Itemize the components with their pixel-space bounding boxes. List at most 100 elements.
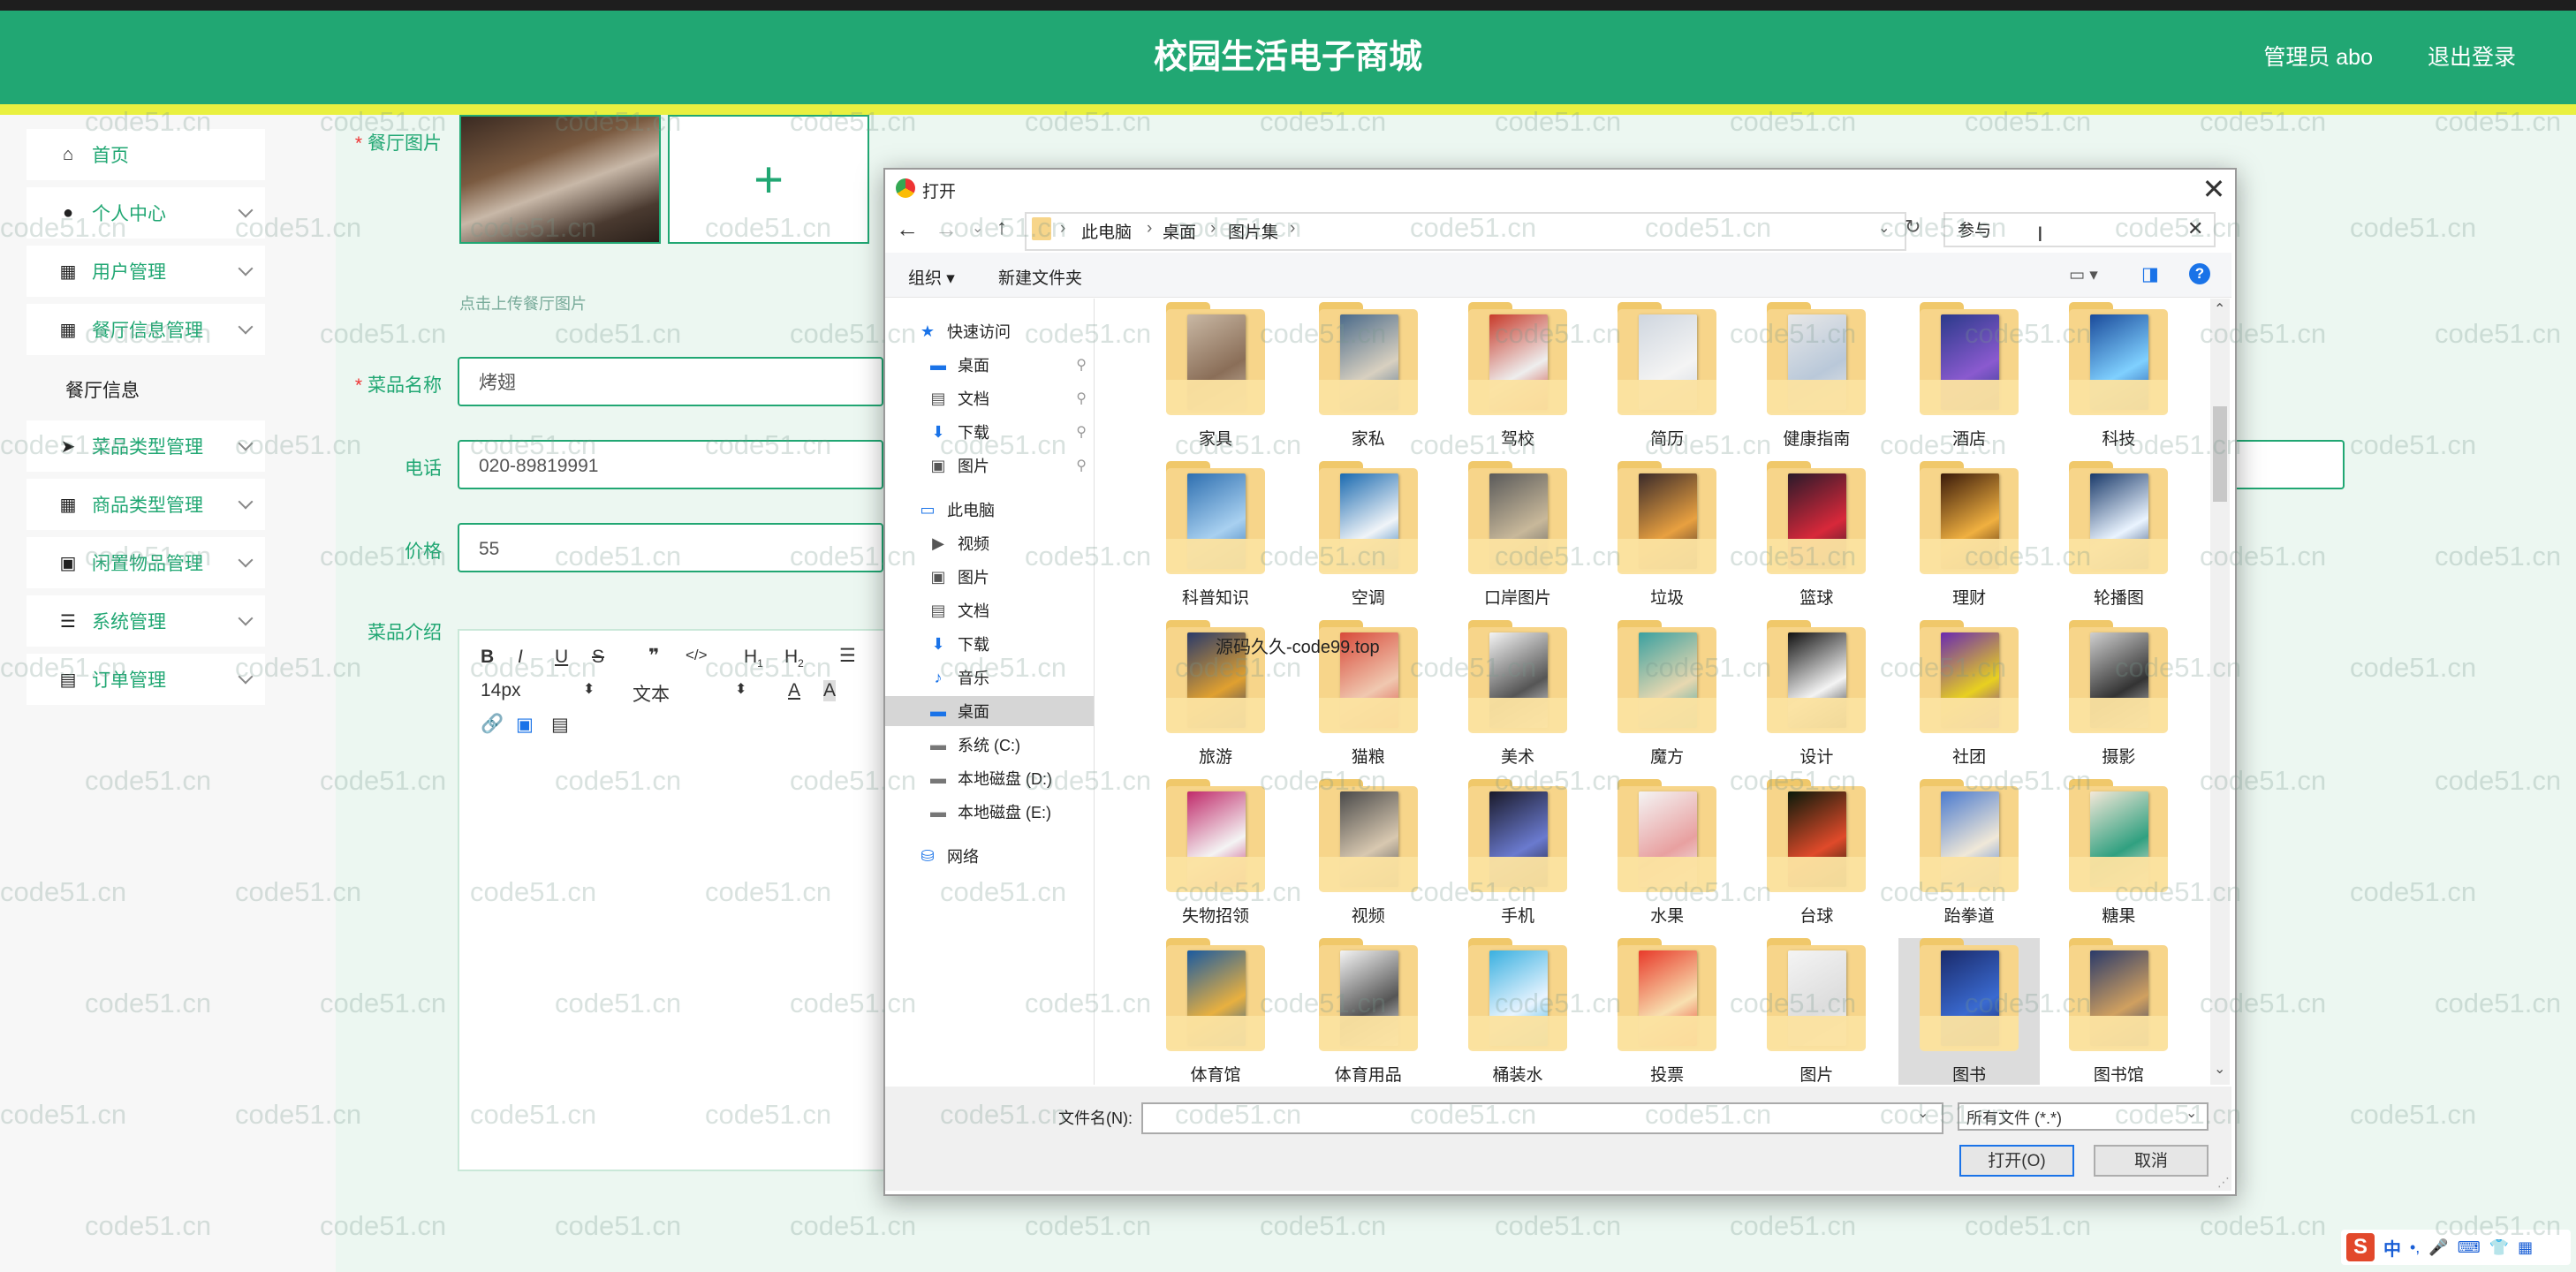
search-input[interactable]: 参与 xyxy=(1943,212,2216,247)
nav-item-11[interactable]: ▬ 桌面 xyxy=(885,696,1094,726)
folder-item[interactable]: 图片 xyxy=(1746,938,1887,1085)
folder-item[interactable]: 科普知识 xyxy=(1145,461,1286,616)
ime-keyboard-icon[interactable]: ⌨ xyxy=(2458,1238,2481,1257)
nav-item-4[interactable]: ▣ 图片 ⚲ xyxy=(885,450,1094,481)
ime-menu-icon[interactable]: ▦ xyxy=(2518,1238,2533,1257)
nav-item-0[interactable]: ★ 快速访问 xyxy=(885,316,1094,346)
pin-icon[interactable]: ⚲ xyxy=(1076,457,1087,474)
resize-grip-icon[interactable]: ⋰ xyxy=(2217,1175,2230,1190)
sidebar-item-7[interactable]: ☰ 系统管理 xyxy=(27,595,265,647)
help-icon[interactable]: ? xyxy=(2189,263,2210,284)
view-options-icon[interactable]: ▭ ▾ xyxy=(2069,265,2098,285)
sidebar-subitem-restaurant-info[interactable]: 餐厅信息 xyxy=(65,376,140,403)
folder-item[interactable]: 图书 xyxy=(1898,938,2041,1085)
folder-item[interactable]: 体育用品 xyxy=(1298,938,1439,1085)
nav-item-10[interactable]: ♪ 音乐 xyxy=(885,662,1094,693)
folder-item[interactable]: 投票 xyxy=(1596,938,1738,1085)
nav-item-9[interactable]: ⬇ 下载 xyxy=(885,629,1094,659)
address-bar[interactable] xyxy=(1025,212,1906,251)
cancel-button[interactable]: 取消 xyxy=(2094,1145,2209,1177)
underline-button[interactable]: U xyxy=(555,647,568,668)
folder-item[interactable]: 魔方 xyxy=(1596,620,1738,775)
folder-item[interactable]: 家私 xyxy=(1298,302,1439,457)
new-folder-button[interactable]: 新建文件夹 xyxy=(998,265,1082,289)
filename-input[interactable] xyxy=(1141,1102,1943,1134)
folder-item[interactable]: 台球 xyxy=(1746,779,1887,934)
up-arrow-icon[interactable]: ↑ xyxy=(996,216,1007,240)
dialog-close-button[interactable]: ✕ xyxy=(2196,171,2231,207)
phone-input-right-edge[interactable] xyxy=(2231,440,2345,489)
search-clear-icon[interactable]: ✕ xyxy=(2187,217,2203,240)
restaurant-image-thumbnail[interactable] xyxy=(459,115,661,244)
quote-button[interactable]: ❞ xyxy=(648,645,659,667)
logout-link[interactable]: 退出登录 xyxy=(2428,11,2516,104)
sidebar-item-3[interactable]: ▦ 餐厅信息管理 xyxy=(27,304,265,355)
folder-item[interactable]: 口岸图片 xyxy=(1447,461,1588,616)
nav-item-7[interactable]: ▣ 图片 xyxy=(885,562,1094,592)
nav-item-14[interactable]: ▬ 本地磁盘 (E:) xyxy=(885,797,1094,827)
sidebar-item-2[interactable]: ▦ 用户管理 xyxy=(27,246,265,297)
italic-button[interactable]: I xyxy=(518,647,523,668)
folder-item[interactable]: 跆拳道 xyxy=(1898,779,2040,934)
nav-item-15[interactable]: ⛁ 网络 xyxy=(885,841,1094,871)
ime-logo-icon[interactable]: S xyxy=(2346,1233,2375,1261)
phone-input[interactable]: 020-89819991 xyxy=(458,440,883,489)
nav-item-5[interactable]: ▭ 此电脑 xyxy=(885,495,1094,525)
sidebar-item-4[interactable]: ➤ 菜品类型管理 xyxy=(27,420,265,472)
pin-icon[interactable]: ⚲ xyxy=(1076,423,1087,441)
ime-voice-icon[interactable]: 🎤 xyxy=(2428,1238,2448,1257)
ime-skin-icon[interactable]: 👕 xyxy=(2489,1238,2509,1257)
folder-item[interactable]: 体育馆 xyxy=(1145,938,1286,1085)
history-dropdown-icon[interactable]: ⌄ xyxy=(972,219,983,237)
pin-icon[interactable]: ⚲ xyxy=(1076,390,1087,407)
organize-menu[interactable]: 组织 ▾ xyxy=(908,265,955,289)
rich-text-editor[interactable]: B I U S ❞ </> H1 H2 ☰ 14px ⬍ 文本 ⬍ A A 🔗 … xyxy=(458,629,938,1171)
video-insert-icon[interactable]: ▤ xyxy=(551,714,569,736)
bold-button[interactable]: B xyxy=(481,647,494,668)
breadcrumb-images[interactable]: 图片集 xyxy=(1228,219,1278,243)
address-dropdown-icon[interactable]: ⌄ xyxy=(1878,219,1890,237)
breadcrumb-this-pc[interactable]: 此电脑 xyxy=(1081,219,1132,243)
folder-item[interactable]: 美术 xyxy=(1447,620,1588,775)
sidebar-item-5[interactable]: ▦ 商品类型管理 xyxy=(27,479,265,530)
open-button[interactable]: 打开(O) xyxy=(1959,1145,2074,1177)
h1-button[interactable]: H1 xyxy=(744,647,763,670)
filename-dropdown-icon[interactable]: ⌄ xyxy=(1917,1104,1928,1122)
folder-item[interactable]: 家具 xyxy=(1145,302,1286,457)
background-color-button[interactable]: A xyxy=(823,680,837,701)
nav-item-1[interactable]: ▬ 桌面 ⚲ xyxy=(885,350,1094,380)
folder-item[interactable]: 科技 xyxy=(2048,302,2189,457)
ime-chinese-mode-icon[interactable]: 中 xyxy=(2383,1235,2401,1261)
nav-item-13[interactable]: ▬ 本地磁盘 (D:) xyxy=(885,763,1094,793)
folder-item[interactable]: 图书馆 xyxy=(2048,938,2189,1085)
back-arrow-icon[interactable]: ← xyxy=(896,216,919,243)
price-input[interactable]: 55 xyxy=(458,523,883,572)
folder-item[interactable]: 理财 xyxy=(1898,461,2040,616)
h2-button[interactable]: H2 xyxy=(784,647,804,670)
filetype-dropdown-icon[interactable]: ⌄ xyxy=(2186,1104,2197,1122)
sidebar-item-6[interactable]: ▣ 闲置物品管理 xyxy=(27,537,265,588)
sidebar-item-8[interactable]: ▤ 订单管理 xyxy=(27,654,265,705)
folder-item[interactable]: 设计 xyxy=(1746,620,1887,775)
ime-toolbar[interactable]: S 中 •, 🎤 ⌨ 👕 ▦ xyxy=(2341,1230,2571,1265)
scroll-down-icon[interactable]: ⌄ xyxy=(2214,1060,2225,1078)
strike-button[interactable]: S xyxy=(592,647,604,668)
folder-item[interactable]: 轮播图 xyxy=(2048,461,2189,616)
nav-item-12[interactable]: ▬ 系统 (C:) xyxy=(885,730,1094,760)
folder-item[interactable]: 摄影 xyxy=(2048,620,2189,775)
folder-item[interactable]: 糖果 xyxy=(2048,779,2189,934)
folder-item[interactable]: 健康指南 xyxy=(1746,302,1887,457)
filetype-select[interactable]: 所有文件 (*.*) xyxy=(1958,1102,2209,1131)
preview-pane-icon[interactable]: ◨ xyxy=(2141,263,2159,285)
folder-item[interactable]: 手机 xyxy=(1447,779,1588,934)
nav-item-3[interactable]: ⬇ 下载 ⚲ xyxy=(885,417,1094,447)
nav-item-2[interactable]: ▤ 文档 ⚲ xyxy=(885,383,1094,413)
text-style-select[interactable]: 文本 xyxy=(633,680,670,707)
folder-item[interactable]: 简历 xyxy=(1596,302,1738,457)
dish-name-input[interactable]: 烤翅 xyxy=(458,357,883,406)
sidebar-item-1[interactable]: ● 个人中心 xyxy=(27,187,265,238)
breadcrumb-desktop[interactable]: 桌面 xyxy=(1163,219,1196,243)
folder-item[interactable]: 桶装水 xyxy=(1447,938,1588,1085)
nav-item-8[interactable]: ▤ 文档 xyxy=(885,595,1094,625)
sidebar-item-0[interactable]: ⌂ 首页 xyxy=(27,129,265,180)
